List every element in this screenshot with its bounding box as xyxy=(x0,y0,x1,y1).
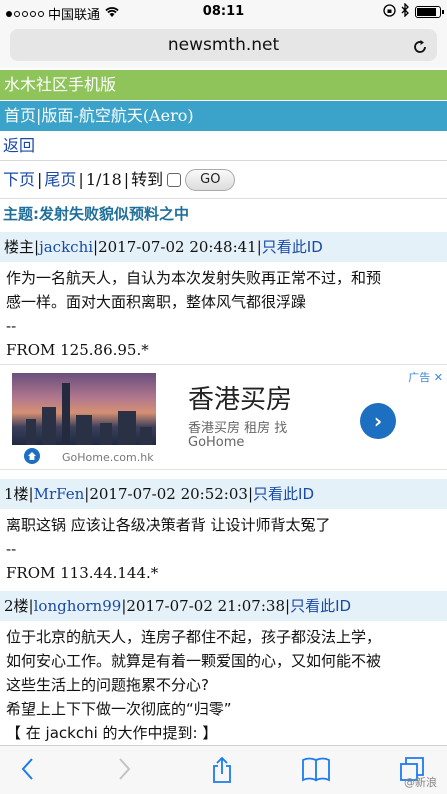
bluetooth-icon xyxy=(401,2,410,20)
post-signature-dash: -- xyxy=(6,540,17,558)
post-time: 2017-07-02 20:48:41 xyxy=(98,238,257,256)
post-body: 位于北京的航天人，连房子都住不起，孩子都没法上学， 如何安心工作。就算是有着一颗… xyxy=(0,623,447,745)
only-this-id-link[interactable]: 只看此ID xyxy=(290,597,351,615)
ad-badge[interactable]: 广告 ✕ xyxy=(408,369,443,385)
post-header: 2楼|longhorn99|2017-07-02 21:07:38|只看此ID xyxy=(0,591,447,621)
post-author-link[interactable]: MrFen xyxy=(34,485,85,503)
post-floor: 楼主 xyxy=(4,238,35,256)
battery-icon xyxy=(415,5,444,18)
ad-brand: GoHome xyxy=(188,435,245,450)
goto-label: 转到 xyxy=(131,170,164,189)
pager: 下页 | 尾页 | 1/18 | 转到 GO xyxy=(0,165,447,195)
home-logo-icon xyxy=(24,448,40,464)
site-title: 水木社区手机版 xyxy=(4,75,117,94)
back-link[interactable]: 返回 xyxy=(3,136,35,155)
goto-checkbox[interactable] xyxy=(167,173,182,187)
forward-icon[interactable] xyxy=(108,756,140,786)
post-header: 1楼|MrFen|2017-07-02 20:52:03|只看此ID xyxy=(0,479,447,509)
only-this-id-link[interactable]: 只看此ID xyxy=(253,485,314,503)
topic-title: 主题:发射失败貌似预料之中 xyxy=(0,198,447,228)
post-quote-line: 【 在 jackchi 的大作中提到: 】 xyxy=(6,724,218,742)
post-floor: 2楼 xyxy=(4,597,29,615)
ad-image xyxy=(12,373,156,445)
breadcrumb-home-link[interactable]: 首页 xyxy=(4,106,36,125)
back-link-row: 返回 xyxy=(0,131,447,161)
post-author-link[interactable]: longhorn99 xyxy=(34,597,122,615)
post-text-line: 这些生活上的问题拖累不分心? xyxy=(6,676,209,694)
post-header: 楼主|jackchi|2017-07-02 20:48:41|只看此ID xyxy=(0,232,447,262)
watermark: @新浪 xyxy=(404,776,437,789)
last-page-link[interactable]: 尾页 xyxy=(44,165,76,195)
post-text-line: 希望上上下下做一次彻底的“归零” xyxy=(6,700,232,718)
post-text-line: 如何安心工作。就算是有着一颗爱国的心，又如何能不被 xyxy=(6,652,382,670)
post-body: 离职这锅 应该让各级决策者背 让设计师背太冤了 -- FROM 113.44.1… xyxy=(0,511,447,585)
rotation-lock-icon xyxy=(383,3,396,20)
post-body: 作为一名航天人，自认为本次发射失败再正常不过，和预 感一样。面对大面积离职，整体… xyxy=(0,264,447,362)
ad-arrow-icon[interactable]: › xyxy=(360,403,396,439)
browser-address-area: newsmth.net xyxy=(0,24,447,68)
ad-subtitle: 香港买房 租房 找 xyxy=(188,421,288,436)
browser-toolbar xyxy=(0,745,447,794)
post-text-line: 感一样。面对大面积离职，整体风气都很浮躁 xyxy=(6,293,307,311)
post-signature-dash: -- xyxy=(6,317,17,335)
post-from: FROM 125.86.95.* xyxy=(6,341,149,359)
post-from: FROM 113.44.144.* xyxy=(6,564,159,582)
status-right xyxy=(383,2,444,20)
next-page-link[interactable]: 下页 xyxy=(3,165,35,195)
ad-title: 香港买房 xyxy=(188,385,293,415)
clock: 08:11 xyxy=(202,4,245,19)
post-text-line: 离职这锅 应该让各级决策者背 让设计师背太冤了 xyxy=(6,516,331,534)
status-bar: 中国联通 08:11 xyxy=(0,0,447,24)
ad-banner[interactable]: 香港买房 香港买房 租房 找 GoHome › 广告 ✕ GoHome.com.… xyxy=(0,364,447,470)
breadcrumb: 首页|版面-航空航天(Aero) xyxy=(0,101,447,131)
post-time: 2017-07-02 21:07:38 xyxy=(126,597,285,615)
url-text: newsmth.net xyxy=(167,35,280,55)
post-text-line: 位于北京的航天人，连房子都住不起，孩子都没法上学， xyxy=(6,628,382,646)
pager-separator: | xyxy=(78,170,84,189)
site-title-bar: 水木社区手机版 xyxy=(0,70,447,100)
post-author-link[interactable]: jackchi xyxy=(39,238,93,256)
address-bar[interactable]: newsmth.net xyxy=(10,29,437,61)
share-icon[interactable] xyxy=(206,756,238,786)
only-this-id-link[interactable]: 只看此ID xyxy=(262,238,323,256)
breadcrumb-board-link[interactable]: 版面-航空航天(Aero) xyxy=(41,106,193,125)
pager-separator: | xyxy=(123,170,130,189)
post-text-line: 作为一名航天人，自认为本次发射失败再正常不过，和预 xyxy=(6,269,382,287)
back-icon[interactable] xyxy=(12,756,44,786)
pager-separator: | xyxy=(37,170,43,189)
post-time: 2017-07-02 20:52:03 xyxy=(89,485,248,503)
reload-icon[interactable] xyxy=(411,29,429,61)
ad-domain: GoHome.com.hk xyxy=(62,451,154,464)
bookmarks-icon[interactable] xyxy=(300,756,332,786)
go-button[interactable]: GO xyxy=(185,169,236,191)
post-floor: 1楼 xyxy=(4,485,29,503)
page-indicator: 1/18 xyxy=(85,170,122,189)
